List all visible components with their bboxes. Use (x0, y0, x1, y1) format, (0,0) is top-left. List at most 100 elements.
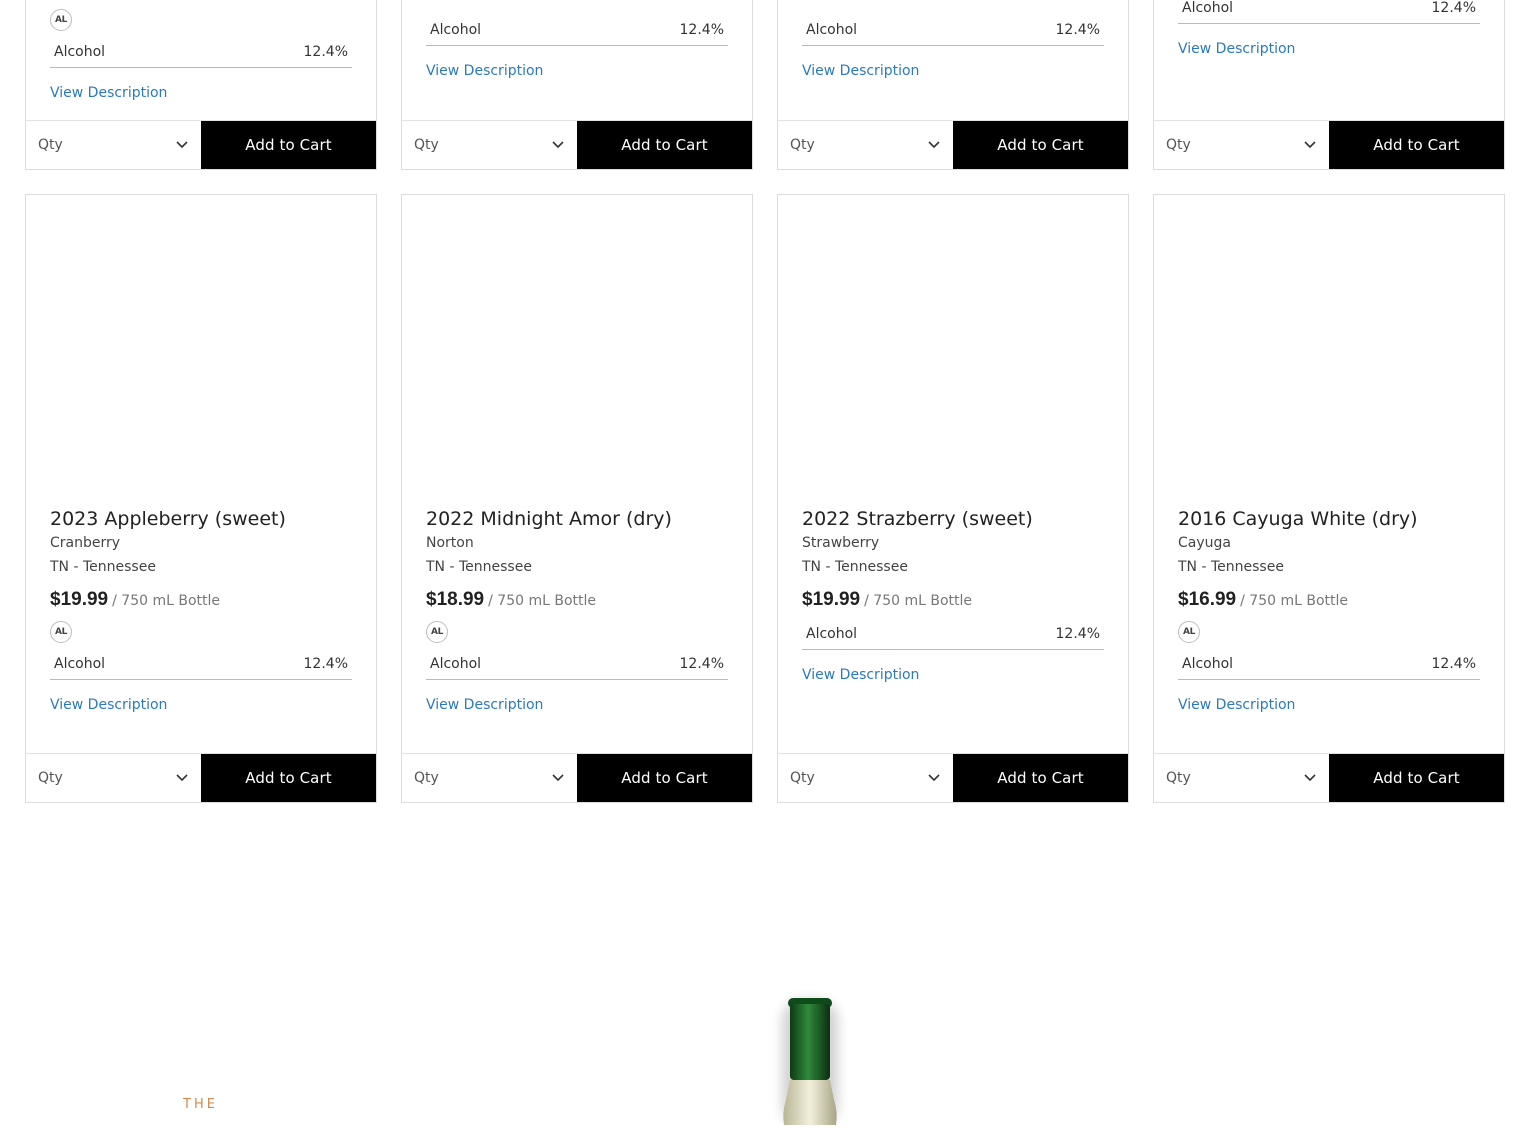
qty-select[interactable]: Qty (1154, 754, 1329, 802)
product-varietal: Norton (426, 535, 474, 551)
qty-select[interactable]: Qty (778, 121, 953, 169)
qty-select[interactable]: Qty (402, 121, 577, 169)
card-actions: Qty Add to Cart (26, 120, 376, 169)
alcohol-attribute-row: Alcohol 12.4% (1178, 0, 1480, 24)
product-price: $18.99 (426, 589, 485, 610)
qty-select[interactable]: Qty (778, 754, 953, 802)
chevron-down-icon (175, 138, 189, 152)
attribute-label: Alcohol (54, 656, 106, 672)
add-to-cart-button[interactable]: Add to Cart (1329, 754, 1504, 802)
attribute-value: 12.4% (679, 22, 724, 38)
attribute-label: Alcohol (54, 44, 106, 60)
attribute-value: 12.4% (303, 656, 348, 672)
attribute-value: 12.4% (1055, 22, 1100, 38)
product-image[interactable] (1154, 195, 1504, 491)
chevron-down-icon (551, 771, 565, 785)
product-title[interactable]: 2022 Midnight Amor (dry) (426, 507, 728, 531)
price-row: $19.99/ 750 mL Bottle (802, 589, 1104, 611)
alcohol-attribute-row: Alcohol 12.4% (426, 649, 728, 680)
view-description-link[interactable]: View Description (426, 697, 543, 713)
attribute-value: 12.4% (1431, 0, 1476, 16)
qty-select[interactable]: Qty (402, 754, 577, 802)
qty-select[interactable]: Qty (1154, 121, 1329, 169)
attribute-label: Alcohol (806, 22, 858, 38)
alcohol-label-badge-icon: AL (50, 9, 72, 31)
view-description-link[interactable]: View Description (1178, 41, 1295, 57)
chevron-down-icon (175, 771, 189, 785)
add-to-cart-button[interactable]: Add to Cart (577, 754, 752, 802)
attribute-value: 12.4% (1431, 656, 1476, 672)
view-description-link[interactable]: View Description (1178, 697, 1295, 713)
alcohol-label-badge-icon: AL (426, 621, 448, 643)
product-price: $16.99 (1178, 589, 1237, 610)
price-unit: / 750 mL Bottle (488, 593, 597, 609)
add-to-cart-button[interactable]: Add to Cart (953, 754, 1128, 802)
alcohol-attribute-row: Alcohol 12.4% (802, 15, 1104, 46)
attribute-label: Alcohol (430, 656, 482, 672)
product-region: TN - Tennessee (50, 559, 156, 575)
product-varietal: Cranberry (50, 535, 121, 551)
product-region: TN - Tennessee (802, 559, 908, 575)
product-region: TN - Tennessee (426, 559, 532, 575)
product-card: Alcohol 12.4% View Description Qty Add t… (1153, 0, 1505, 170)
product-region: TN - Tennessee (1178, 559, 1284, 575)
chevron-down-icon (551, 138, 565, 152)
wine-bottle-image (760, 990, 860, 1125)
card-actions: Qty Add to Cart (26, 753, 376, 802)
alcohol-attribute-row: Alcohol 12.4% (426, 15, 728, 46)
alcohol-attribute-row: Alcohol 12.4% (802, 619, 1104, 650)
product-card: 2016 Cayuga White (dry) Cayuga TN - Tenn… (1153, 194, 1505, 803)
price-row: $18.99/ 750 mL Bottle (426, 589, 728, 611)
qty-select[interactable]: Qty (26, 754, 201, 802)
price-row: $19.99/ 750 mL Bottle (50, 589, 352, 611)
card-actions: Qty Add to Cart (778, 753, 1128, 802)
attribute-value: 12.4% (303, 44, 348, 60)
attribute-value: 12.4% (679, 656, 724, 672)
attribute-label: Alcohol (1182, 0, 1234, 16)
chevron-down-icon (927, 138, 941, 152)
product-image[interactable] (26, 195, 376, 491)
alcohol-label-badge-icon: AL (50, 621, 72, 643)
alcohol-label-badge-icon: AL (1178, 621, 1200, 643)
add-to-cart-button[interactable]: Add to Cart (201, 754, 376, 802)
product-image[interactable] (778, 195, 1128, 491)
card-actions: Qty Add to Cart (402, 753, 752, 802)
attribute-value: 12.4% (1055, 626, 1100, 642)
card-actions: Qty Add to Cart (1154, 753, 1504, 802)
price-unit: / 750 mL Bottle (112, 593, 221, 609)
chevron-down-icon (1303, 138, 1317, 152)
price-unit: / 750 mL Bottle (864, 593, 973, 609)
view-description-link[interactable]: View Description (50, 85, 167, 101)
chevron-down-icon (927, 771, 941, 785)
attribute-label: Alcohol (806, 626, 858, 642)
product-card: 2022 Midnight Amor (dry) Norton TN - Ten… (401, 194, 753, 803)
product-price: $19.99 (50, 589, 109, 610)
attribute-label: Alcohol (430, 22, 482, 38)
add-to-cart-button[interactable]: Add to Cart (201, 121, 376, 169)
product-title[interactable]: 2023 Appleberry (sweet) (50, 507, 352, 531)
view-description-link[interactable]: View Description (426, 63, 543, 79)
card-actions: Qty Add to Cart (402, 120, 752, 169)
promo-eyebrow: THE (183, 1097, 218, 1112)
alcohol-attribute-row: Alcohol 12.4% (1178, 649, 1480, 680)
attribute-label: Alcohol (1182, 656, 1234, 672)
product-price: $19.99 (802, 589, 861, 610)
product-card: Alcohol 12.4% View Description Qty Add t… (777, 0, 1129, 170)
card-actions: Qty Add to Cart (778, 120, 1128, 169)
add-to-cart-button[interactable]: Add to Cart (577, 121, 752, 169)
qty-select[interactable]: Qty (26, 121, 201, 169)
add-to-cart-button[interactable]: Add to Cart (953, 121, 1128, 169)
price-row: $16.99/ 750 mL Bottle (1178, 589, 1480, 611)
add-to-cart-button[interactable]: Add to Cart (1329, 121, 1504, 169)
alcohol-attribute-row: Alcohol 12.4% (50, 649, 352, 680)
product-image[interactable] (402, 195, 752, 491)
product-card: Alcohol 12.4% View Description Qty Add t… (401, 0, 753, 170)
chevron-down-icon (1303, 771, 1317, 785)
product-card: 2022 Strazberry (sweet) Strawberry TN - … (777, 194, 1129, 803)
product-title[interactable]: 2022 Strazberry (sweet) (802, 507, 1104, 531)
view-description-link[interactable]: View Description (802, 667, 919, 683)
view-description-link[interactable]: View Description (802, 63, 919, 79)
product-title[interactable]: 2016 Cayuga White (dry) (1178, 507, 1480, 531)
view-description-link[interactable]: View Description (50, 697, 167, 713)
alcohol-attribute-row: Alcohol 12.4% (50, 37, 352, 68)
